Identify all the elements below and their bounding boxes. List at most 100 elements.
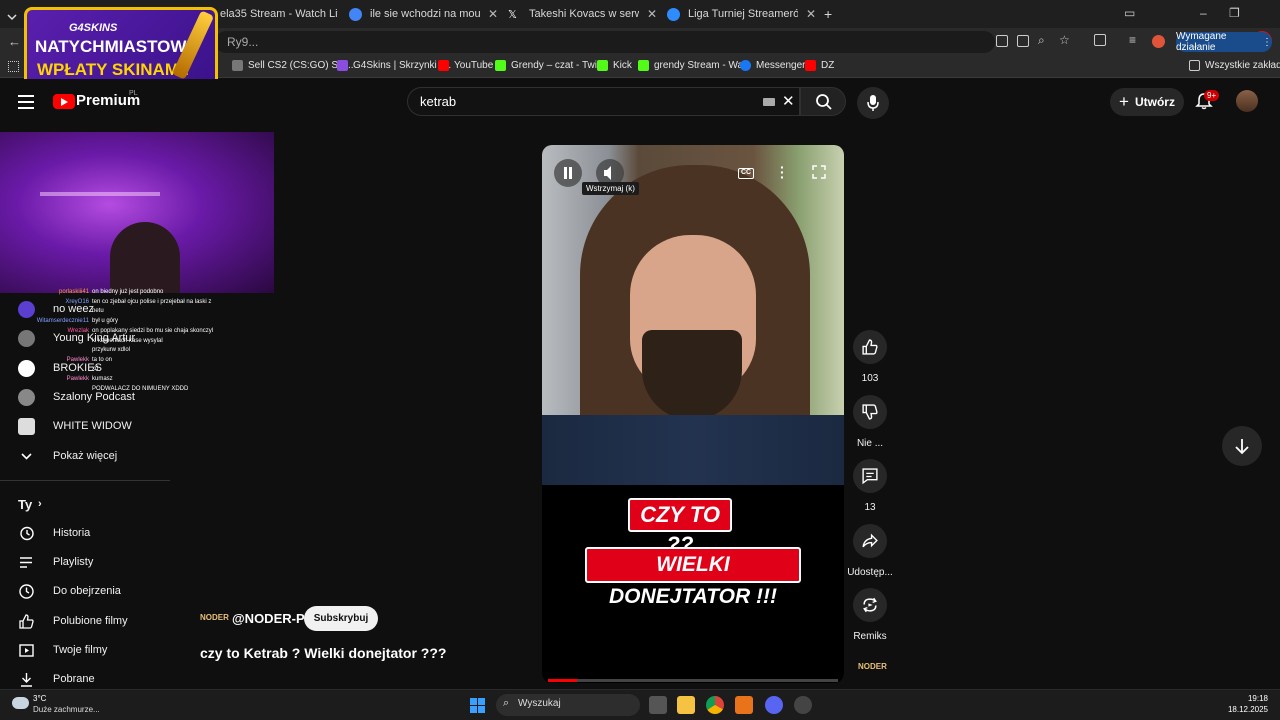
task-view-icon[interactable] — [649, 696, 667, 714]
site-icon — [667, 7, 680, 21]
notification-count-badge: 9+ — [1204, 90, 1220, 101]
weather-temperature[interactable]: 3°C — [33, 694, 46, 703]
apps-icon[interactable] — [8, 61, 19, 72]
fullscreen-icon[interactable] — [812, 165, 826, 179]
youtube-logo-icon[interactable] — [53, 94, 75, 109]
omnibox[interactable]: Ry9... — [215, 31, 995, 53]
search-input[interactable]: ketrab ✕ — [407, 87, 800, 116]
windows-start-icon[interactable] — [470, 698, 485, 713]
channel-mini-logo[interactable]: NODER — [858, 662, 887, 671]
sidebar-item-liked-videos[interactable]: Polubione filmy — [0, 607, 170, 635]
cloud-weather-icon — [12, 697, 29, 709]
sidebar-item-your-videos[interactable]: Twoje filmy — [0, 636, 170, 664]
bookmark-label: grendy Stream - Wa... — [654, 60, 752, 71]
all-bookmarks-button[interactable]: Wszystkie zakładki — [1189, 60, 1280, 71]
chevron-down-icon — [7, 14, 17, 21]
channel-handle[interactable]: @NODER-PL — [232, 611, 313, 626]
bookmark-item[interactable]: Kick — [597, 60, 632, 71]
bookmark-item[interactable]: Messenger — [740, 60, 805, 71]
translate-icon[interactable] — [1017, 35, 1029, 47]
sidebar-item-watch-later[interactable]: Do obejrzenia — [0, 577, 170, 605]
chat-text: netu — [92, 308, 104, 314]
video-caption-1: CZY TO ?? — [628, 498, 732, 557]
bookmark-star-icon[interactable]: ☆ — [1059, 33, 1070, 47]
bookmark-item[interactable]: Grendy – czat - Twit... — [495, 60, 608, 71]
app-icon[interactable] — [735, 696, 753, 714]
file-explorer-icon[interactable] — [677, 696, 695, 714]
tab-1[interactable]: ela35 Stream - Watch Live o ✕ — [220, 3, 338, 25]
voice-search-button[interactable] — [857, 87, 889, 119]
bookmark-item[interactable]: Sell CS2 (CS:GO) Ski... — [232, 60, 354, 71]
channel-logo[interactable]: NODER — [200, 613, 229, 622]
zoom-icon[interactable]: ⌕ — [1038, 33, 1045, 48]
sidebar-item-subscription[interactable]: WHITE WIDOW — [0, 412, 170, 440]
video-title[interactable]: czy to Ketrab ? Wielki donejtator ??? — [200, 645, 446, 661]
you-section-header[interactable]: Ty › — [0, 490, 170, 518]
create-button[interactable]: + Utwórz — [1110, 88, 1184, 116]
weather-description[interactable]: Duże zachmurze... — [33, 705, 100, 714]
sidebar-item-history[interactable]: Historia — [0, 519, 170, 547]
chat-text: był u góry — [92, 318, 119, 324]
chat-text: ten co zjebał ojcu polise i przejebał na… — [92, 299, 212, 305]
sidebar-item-label: Polubione filmy — [53, 615, 128, 627]
required-action-button[interactable]: Wymagane działanie ⋮ — [1176, 31, 1272, 53]
clock-time[interactable]: 19:18 — [1222, 694, 1268, 703]
install-icon[interactable] — [996, 35, 1008, 47]
promo-line-2: WPŁATY SKINAMI! — [37, 60, 190, 79]
captions-icon[interactable]: CC — [738, 168, 754, 179]
close-icon[interactable]: ✕ — [647, 7, 657, 21]
chat-username: Witamserdecznie11 — [36, 318, 89, 324]
tab-search-icon[interactable]: ▭ — [1124, 6, 1135, 20]
taskbar-search[interactable]: ⌕ Wyszukaj — [496, 694, 640, 716]
minimize-icon[interactable]: – — [1200, 6, 1207, 20]
discord-icon[interactable] — [765, 696, 783, 714]
history-icon — [20, 526, 34, 540]
profile-icon[interactable] — [1152, 35, 1165, 48]
search-icon — [816, 94, 832, 110]
comments-button[interactable]: 13 — [847, 459, 893, 513]
chat-username: XreyO16 — [65, 299, 89, 305]
comments-count: 13 — [864, 502, 876, 513]
bookmark-item[interactable]: YouTube — [438, 60, 493, 71]
remix-button[interactable]: Remiks — [847, 588, 893, 642]
chat-message: PODWALACZ DO NIMUENY XDDD — [0, 386, 188, 392]
tab-4[interactable]: Liga Turniej Streamerów No Bu ✕ — [667, 3, 817, 25]
sidebar-item-label: Pobrane — [53, 673, 95, 685]
bookmark-item[interactable]: G4Skins | Skrzynki -... — [337, 60, 451, 71]
bookmark-favicon-icon — [337, 60, 348, 71]
new-tab-button[interactable]: + — [824, 3, 832, 25]
subscribe-button[interactable]: Subskrybuj — [304, 606, 378, 631]
extensions-icon[interactable] — [1094, 34, 1106, 46]
search-button[interactable] — [800, 87, 846, 116]
close-icon[interactable]: ✕ — [488, 7, 498, 21]
clear-search-icon[interactable]: ✕ — [782, 92, 795, 110]
shorts-player[interactable]: Wstrzymaj (k) CC · · · CZY TO ?? WIELKI DO… — [542, 145, 844, 683]
bookmark-item[interactable]: DZ — [805, 60, 834, 71]
share-button[interactable]: Udostęp... — [847, 524, 893, 578]
chrome-icon[interactable] — [706, 696, 724, 714]
progress-bar[interactable] — [548, 679, 838, 682]
tab-2[interactable]: ile sie wchodzi na mount evere ✕ — [349, 3, 499, 25]
next-video-button[interactable] — [1222, 426, 1262, 466]
clock-date[interactable]: 18.12.2025 — [1222, 705, 1268, 714]
menu-icon[interactable] — [18, 95, 34, 113]
bookmark-item[interactable]: grendy Stream - Wa... — [638, 60, 751, 71]
like-button[interactable]: 103 — [847, 330, 893, 384]
keyboard-icon[interactable] — [763, 98, 775, 106]
more-options-icon[interactable]: · · · — [780, 160, 785, 184]
account-avatar[interactable] — [1236, 90, 1258, 112]
chat-text: ta to on — [92, 357, 113, 363]
dislike-button[interactable]: Nie ... — [847, 395, 893, 449]
maximize-icon[interactable]: ❐ — [1229, 6, 1240, 20]
chat-text: xd — [92, 366, 99, 372]
close-icon[interactable]: ✕ — [806, 7, 816, 21]
back-arrow-icon[interactable]: ← — [8, 34, 21, 49]
sidebar-item-playlists[interactable]: Playlisty — [0, 548, 170, 576]
tab-3[interactable]: 𝕏 Takeshi Kovacs w serwisie X: „sk ✕ — [508, 3, 658, 25]
steam-icon[interactable] — [794, 696, 812, 714]
tab-list-button[interactable] — [6, 6, 18, 28]
show-more-button[interactable]: Pokaż więcej — [0, 442, 170, 470]
reading-list-icon[interactable]: ≡ — [1129, 33, 1136, 47]
sidebar-divider — [0, 480, 170, 481]
pause-button[interactable] — [554, 159, 582, 187]
